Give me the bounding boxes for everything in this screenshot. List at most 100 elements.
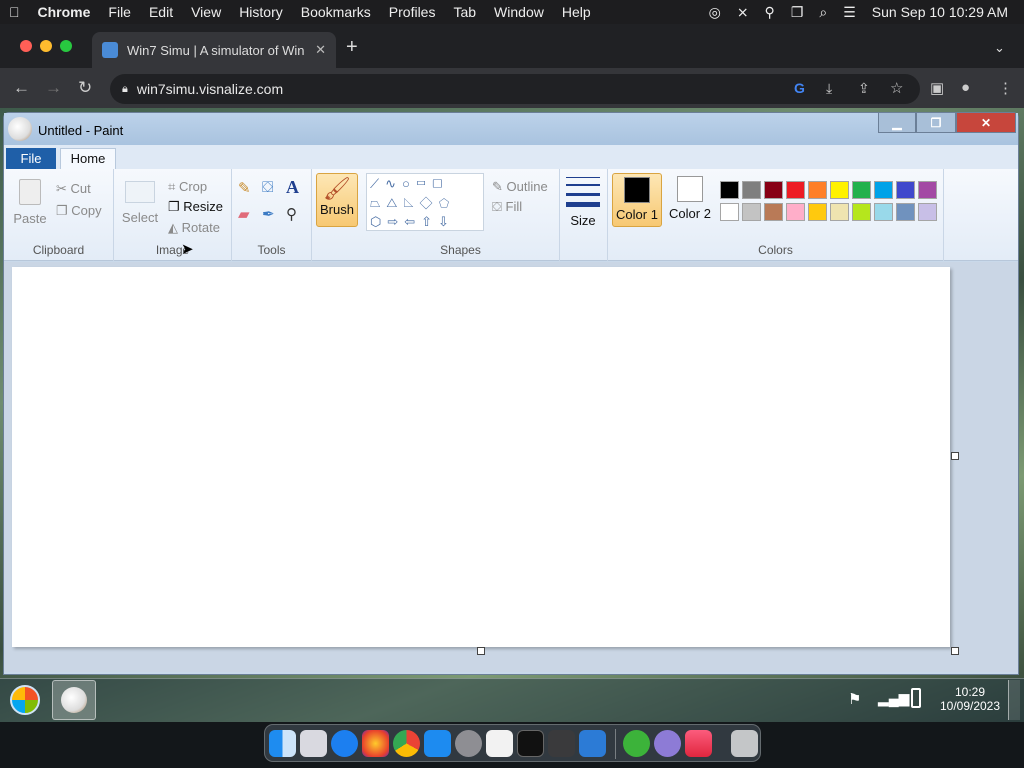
cut-button[interactable]: ✂ Cut: [56, 181, 91, 197]
fill-button[interactable]: ⛋ Fill: [492, 199, 522, 215]
taskbar-clock[interactable]: 10:29 10/09/2023: [930, 685, 1010, 713]
resize-button[interactable]: ❐ Resize: [168, 199, 223, 215]
tor-browser-icon[interactable]: [654, 730, 681, 757]
music-icon[interactable]: [685, 730, 712, 757]
outline-button[interactable]: ✎ Outline: [492, 179, 548, 195]
screen-mirror-icon[interactable]: ❐: [783, 4, 812, 21]
back-icon[interactable]: ←: [13, 78, 30, 98]
launchpad-icon[interactable]: [300, 730, 327, 757]
share-icon[interactable]: ⇪: [858, 80, 870, 97]
fill-bucket-icon[interactable]: ⛋: [262, 179, 273, 196]
close-window-button[interactable]: [20, 40, 32, 52]
vscode-icon[interactable]: [579, 730, 606, 757]
apple-icon[interactable]: : [0, 0, 29, 24]
palette-swatch[interactable]: [720, 203, 739, 221]
palette-swatch[interactable]: [830, 181, 849, 199]
text-tool-icon[interactable]: A: [286, 177, 299, 198]
airplay-icon[interactable]: ◎: [701, 4, 729, 21]
palette-swatch[interactable]: [742, 181, 761, 199]
terminal-icon[interactable]: [517, 730, 544, 757]
color1-button[interactable]: Color 1: [612, 173, 662, 227]
menu-app-name[interactable]: Chrome: [29, 0, 100, 24]
color-picker-icon[interactable]: ✒: [262, 205, 275, 223]
color2-button[interactable]: Color 2: [666, 173, 714, 227]
palette-swatch[interactable]: [918, 203, 937, 221]
minimize-window-button[interactable]: [40, 40, 52, 52]
tab-search-icon[interactable]: ⌄: [994, 40, 1005, 56]
copy-button[interactable]: ❐ Copy: [56, 203, 102, 219]
textedit-icon[interactable]: [486, 730, 513, 757]
menu-edit[interactable]: Edit: [140, 0, 182, 24]
zoom-window-button[interactable]: [60, 40, 72, 52]
palette-swatch[interactable]: [852, 203, 871, 221]
palette-swatch[interactable]: [808, 181, 827, 199]
start-button[interactable]: [6, 683, 44, 717]
crop-button[interactable]: ⌗ Crop: [168, 179, 207, 195]
bluetooth-off-icon[interactable]: ⨯: [729, 4, 757, 21]
google-lens-icon[interactable]: G: [794, 80, 805, 96]
shape-icons[interactable]: ⟋∿○▭▢ ⏢△◺◇⬠ ⬡⇨⇦⇧⇩: [367, 174, 483, 231]
palette-swatch[interactable]: [830, 203, 849, 221]
control-center-icon[interactable]: ☰: [835, 4, 864, 21]
palette-swatch[interactable]: [896, 181, 915, 199]
menu-bookmarks[interactable]: Bookmarks: [292, 0, 380, 24]
pencil-app-icon[interactable]: [548, 730, 575, 757]
firefox-icon[interactable]: [362, 730, 389, 757]
taskbar-paint-button[interactable]: [52, 680, 96, 720]
lock-icon[interactable]: 🔒︎: [122, 83, 128, 96]
palette-swatch[interactable]: [786, 203, 805, 221]
new-tab-icon[interactable]: +: [346, 36, 358, 59]
palette-swatch[interactable]: [896, 203, 915, 221]
minimize-button[interactable]: ▁: [878, 113, 916, 133]
resize-handle-right[interactable]: [951, 452, 959, 460]
side-panel-icon[interactable]: ▣: [930, 79, 944, 97]
show-desktop-button[interactable]: [1008, 680, 1020, 720]
palette-swatch[interactable]: [808, 203, 827, 221]
palette-swatch[interactable]: [852, 181, 871, 199]
menu-help[interactable]: Help: [553, 0, 600, 24]
menubar-datetime[interactable]: Sun Sep 10 10:29 AM: [864, 4, 1016, 20]
paint-titlebar[interactable]: Untitled - Paint ▁ ❐ ✕: [4, 113, 1018, 145]
trash-icon[interactable]: [731, 730, 758, 757]
rotate-button[interactable]: ◭ Rotate: [168, 220, 220, 236]
maximize-button[interactable]: ❐: [916, 113, 956, 133]
palette-swatch[interactable]: [786, 181, 805, 199]
network-signal-icon[interactable]: ▂▄▆: [878, 690, 909, 707]
menu-tab[interactable]: Tab: [444, 0, 485, 24]
menu-history[interactable]: History: [230, 0, 292, 24]
chrome-icon[interactable]: [393, 730, 420, 757]
drawing-canvas[interactable]: [12, 267, 950, 647]
safari-icon[interactable]: [331, 730, 358, 757]
close-tab-icon[interactable]: ✕: [315, 42, 326, 58]
install-app-icon[interactable]: ⤓: [826, 80, 832, 97]
palette-swatch[interactable]: [720, 181, 739, 199]
eraser-icon[interactable]: ▰: [238, 205, 250, 223]
palette-swatch[interactable]: [764, 181, 783, 199]
action-center-flag-icon[interactable]: ⚑: [848, 690, 861, 708]
bookmark-star-icon[interactable]: ☆: [890, 79, 903, 97]
paste-button[interactable]: Paste: [12, 177, 48, 227]
size-button[interactable]: Size: [566, 177, 600, 228]
paint-app-icon[interactable]: [8, 117, 32, 141]
menu-window[interactable]: Window: [485, 0, 553, 24]
app-store-icon[interactable]: [424, 730, 451, 757]
menu-view[interactable]: View: [182, 0, 230, 24]
palette-swatch[interactable]: [918, 181, 937, 199]
shapes-gallery[interactable]: ⟋∿○▭▢ ⏢△◺◇⬠ ⬡⇨⇦⇧⇩: [366, 173, 484, 231]
system-settings-icon[interactable]: [455, 730, 482, 757]
close-button[interactable]: ✕: [956, 113, 1016, 133]
palette-swatch[interactable]: [874, 203, 893, 221]
profile-icon[interactable]: ●: [961, 79, 970, 96]
palette-swatch[interactable]: [764, 203, 783, 221]
resize-handle-corner[interactable]: [951, 647, 959, 655]
magnifier-icon[interactable]: ⚲: [286, 205, 297, 223]
file-tab[interactable]: File: [6, 148, 56, 169]
select-button[interactable]: Select: [120, 181, 160, 225]
chrome-menu-icon[interactable]: ⋮: [998, 79, 1013, 97]
wifi-off-icon[interactable]: ⚲: [757, 4, 783, 21]
browser-tab[interactable]: Win7 Simu | A simulator of Win ✕: [92, 32, 336, 68]
reload-icon[interactable]: ↻: [78, 78, 92, 98]
resize-handle-bottom[interactable]: [477, 647, 485, 655]
finder-icon[interactable]: [269, 730, 296, 757]
palette-swatch[interactable]: [742, 203, 761, 221]
